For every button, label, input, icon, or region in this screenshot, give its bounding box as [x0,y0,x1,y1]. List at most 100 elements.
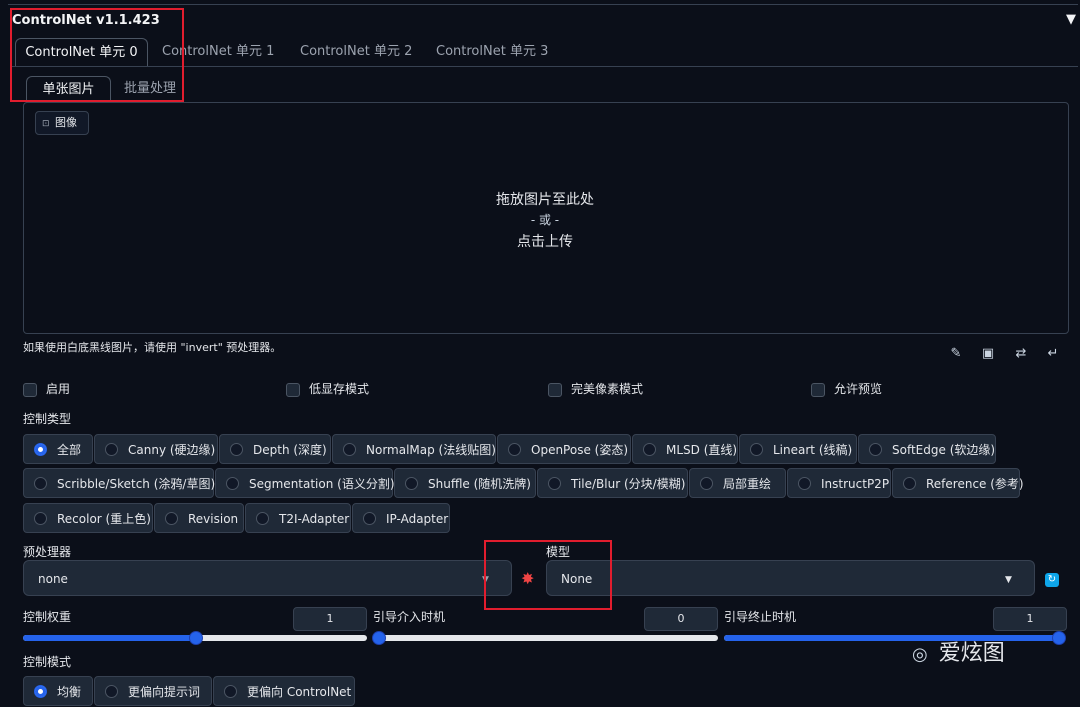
radio-dot[interactable] [105,443,118,456]
radio-label: Tile/Blur (分块/模糊) [571,477,686,491]
slider-weight-track[interactable] [23,631,367,645]
radio-dot[interactable] [224,685,237,698]
highlight-box-tabs [10,8,184,102]
radio-dot[interactable] [105,685,118,698]
slider-end-value[interactable]: 1 [993,607,1067,631]
wechat-icon: ◎ [912,644,928,665]
swap-icon[interactable]: ⇄ [1013,346,1029,361]
radio-dot[interactable] [226,477,239,490]
radio-prompt-priority[interactable]: 更偏向提示词 [94,676,212,706]
radio-depth[interactable]: Depth (深度) [219,434,331,464]
preprocessor-label: 预处理器 [23,545,72,559]
radio-dot[interactable] [34,512,47,525]
checkbox-enable[interactable]: 启用 [23,382,70,397]
checkbox-allow-preview[interactable]: 允许预览 [811,382,883,397]
radio-label: Reference (参考) [926,477,1024,491]
radio-dot[interactable] [700,477,713,490]
radio-dot[interactable] [34,685,47,698]
radio-all[interactable]: 全部 [23,434,93,464]
checkbox-box[interactable] [286,382,300,397]
radio-label: 更偏向提示词 [128,685,201,699]
slider-end-fill [724,635,1064,641]
preprocessor-select[interactable]: none ▼ [23,560,512,596]
control-type-label: 控制类型 [23,412,72,426]
tab-unit-3[interactable]: ControlNet 单元 3 [436,38,548,66]
radio-dot[interactable] [230,443,243,456]
refresh-icon[interactable]: ↻ [1045,573,1059,587]
slider-start-track[interactable] [372,631,718,645]
radio-segmentation[interactable]: Segmentation (语义分割) [215,468,395,498]
radio-dot[interactable] [165,512,178,525]
checkbox-low-vram[interactable]: 低显存模式 [286,382,369,397]
radio-dot[interactable] [363,512,376,525]
slider-weight-value[interactable]: 1 [293,607,367,631]
image-chip-label: 图像 [55,116,78,129]
radio-label: OpenPose (姿态) [531,443,629,457]
checkbox-box[interactable] [23,382,37,397]
radio-label: NormalMap (法线贴图) [366,443,496,457]
radio-label: SoftEdge (软边缘) [892,443,996,457]
tab-unit-2[interactable]: ControlNet 单元 2 [300,38,412,66]
radio-label: Depth (深度) [253,443,327,457]
radio-revision[interactable]: Revision [154,503,244,533]
slider-end-handle[interactable] [1052,631,1066,645]
invert-hint: 如果使用白底黑线图片，请使用 "invert" 预处理器。 [23,341,282,354]
radio-openpose[interactable]: OpenPose (姿态) [497,434,631,464]
radio-dot[interactable] [903,477,916,490]
radio-t2i-adapter[interactable]: T2I-Adapter [245,503,351,533]
radio-dot[interactable] [405,477,418,490]
radio-dot[interactable] [34,477,47,490]
radio-ip-adapter[interactable]: IP-Adapter [352,503,450,533]
radio-label: 均衡 [57,685,82,699]
radio-tile[interactable]: Tile/Blur (分块/模糊) [537,468,688,498]
slider-weight-handle[interactable] [189,631,203,645]
radio-label: Shuffle (随机洗牌) [428,477,531,491]
radio-canny[interactable]: Canny (硬边缘) [94,434,218,464]
drop-text-line3[interactable]: 点击上传 [23,231,1067,251]
checkbox-pixel-perfect[interactable]: 完美像素模式 [548,382,643,397]
radio-dot[interactable] [343,443,356,456]
slider-start-value[interactable]: 0 [644,607,718,631]
collapse-icon[interactable]: ▼ [1066,12,1076,27]
radio-dot[interactable] [750,443,763,456]
radio-scribble[interactable]: Scribble/Sketch (涂鸦/草图) [23,468,216,498]
drop-text-line2: - 或 - [530,213,560,227]
radio-label: InstructP2P [821,477,890,491]
watermark-text: 爱炫图 [938,641,1005,666]
drop-text-line1: 拖放图片至此处 [496,192,594,208]
slider-weight-label: 控制权重 [23,610,72,624]
highlight-box-model [484,540,612,610]
edit-icon[interactable]: ✎ [948,346,964,361]
radio-dot[interactable] [34,443,47,456]
radio-dot[interactable] [869,443,882,456]
checkbox-label: 允许预览 [834,382,883,396]
checkbox-box[interactable] [811,382,825,397]
radio-dot[interactable] [508,443,521,456]
radio-balanced[interactable]: 均衡 [23,676,93,706]
radio-label: Scribble/Sketch (涂鸦/草图) [57,477,216,491]
radio-recolor[interactable]: Recolor (重上色) [23,503,153,533]
radio-dot[interactable] [548,477,561,490]
radio-mlsd[interactable]: MLSD (直线) [632,434,738,464]
camera-icon[interactable]: ▣ [980,346,996,361]
radio-dot[interactable] [256,512,269,525]
watermark: ◎ 爱炫图 [912,635,1005,667]
radio-inpaint[interactable]: 局部重绘 [689,468,786,498]
model-select[interactable]: None ▼ [546,560,1035,596]
radio-dot[interactable] [798,477,811,490]
radio-lineart[interactable]: Lineart (线稿) [739,434,857,464]
checkbox-box[interactable] [548,382,562,397]
radio-label: 全部 [57,443,82,457]
radio-controlnet-priority[interactable]: 更偏向 ControlNet [213,676,355,706]
slider-start-handle[interactable] [372,631,386,645]
top-divider [8,4,1078,5]
radio-shuffle[interactable]: Shuffle (随机洗牌) [394,468,536,498]
radio-instructp2p[interactable]: InstructP2P [787,468,891,498]
control-mode-label: 控制模式 [23,655,72,669]
radio-dot[interactable] [643,443,656,456]
radio-reference[interactable]: Reference (参考) [892,468,1024,498]
slider-end-track[interactable] [724,631,1066,645]
radio-softedge[interactable]: SoftEdge (软边缘) [858,434,996,464]
radio-normalmap[interactable]: NormalMap (法线贴图) [332,434,496,464]
send-icon[interactable]: ↵ [1045,346,1061,361]
